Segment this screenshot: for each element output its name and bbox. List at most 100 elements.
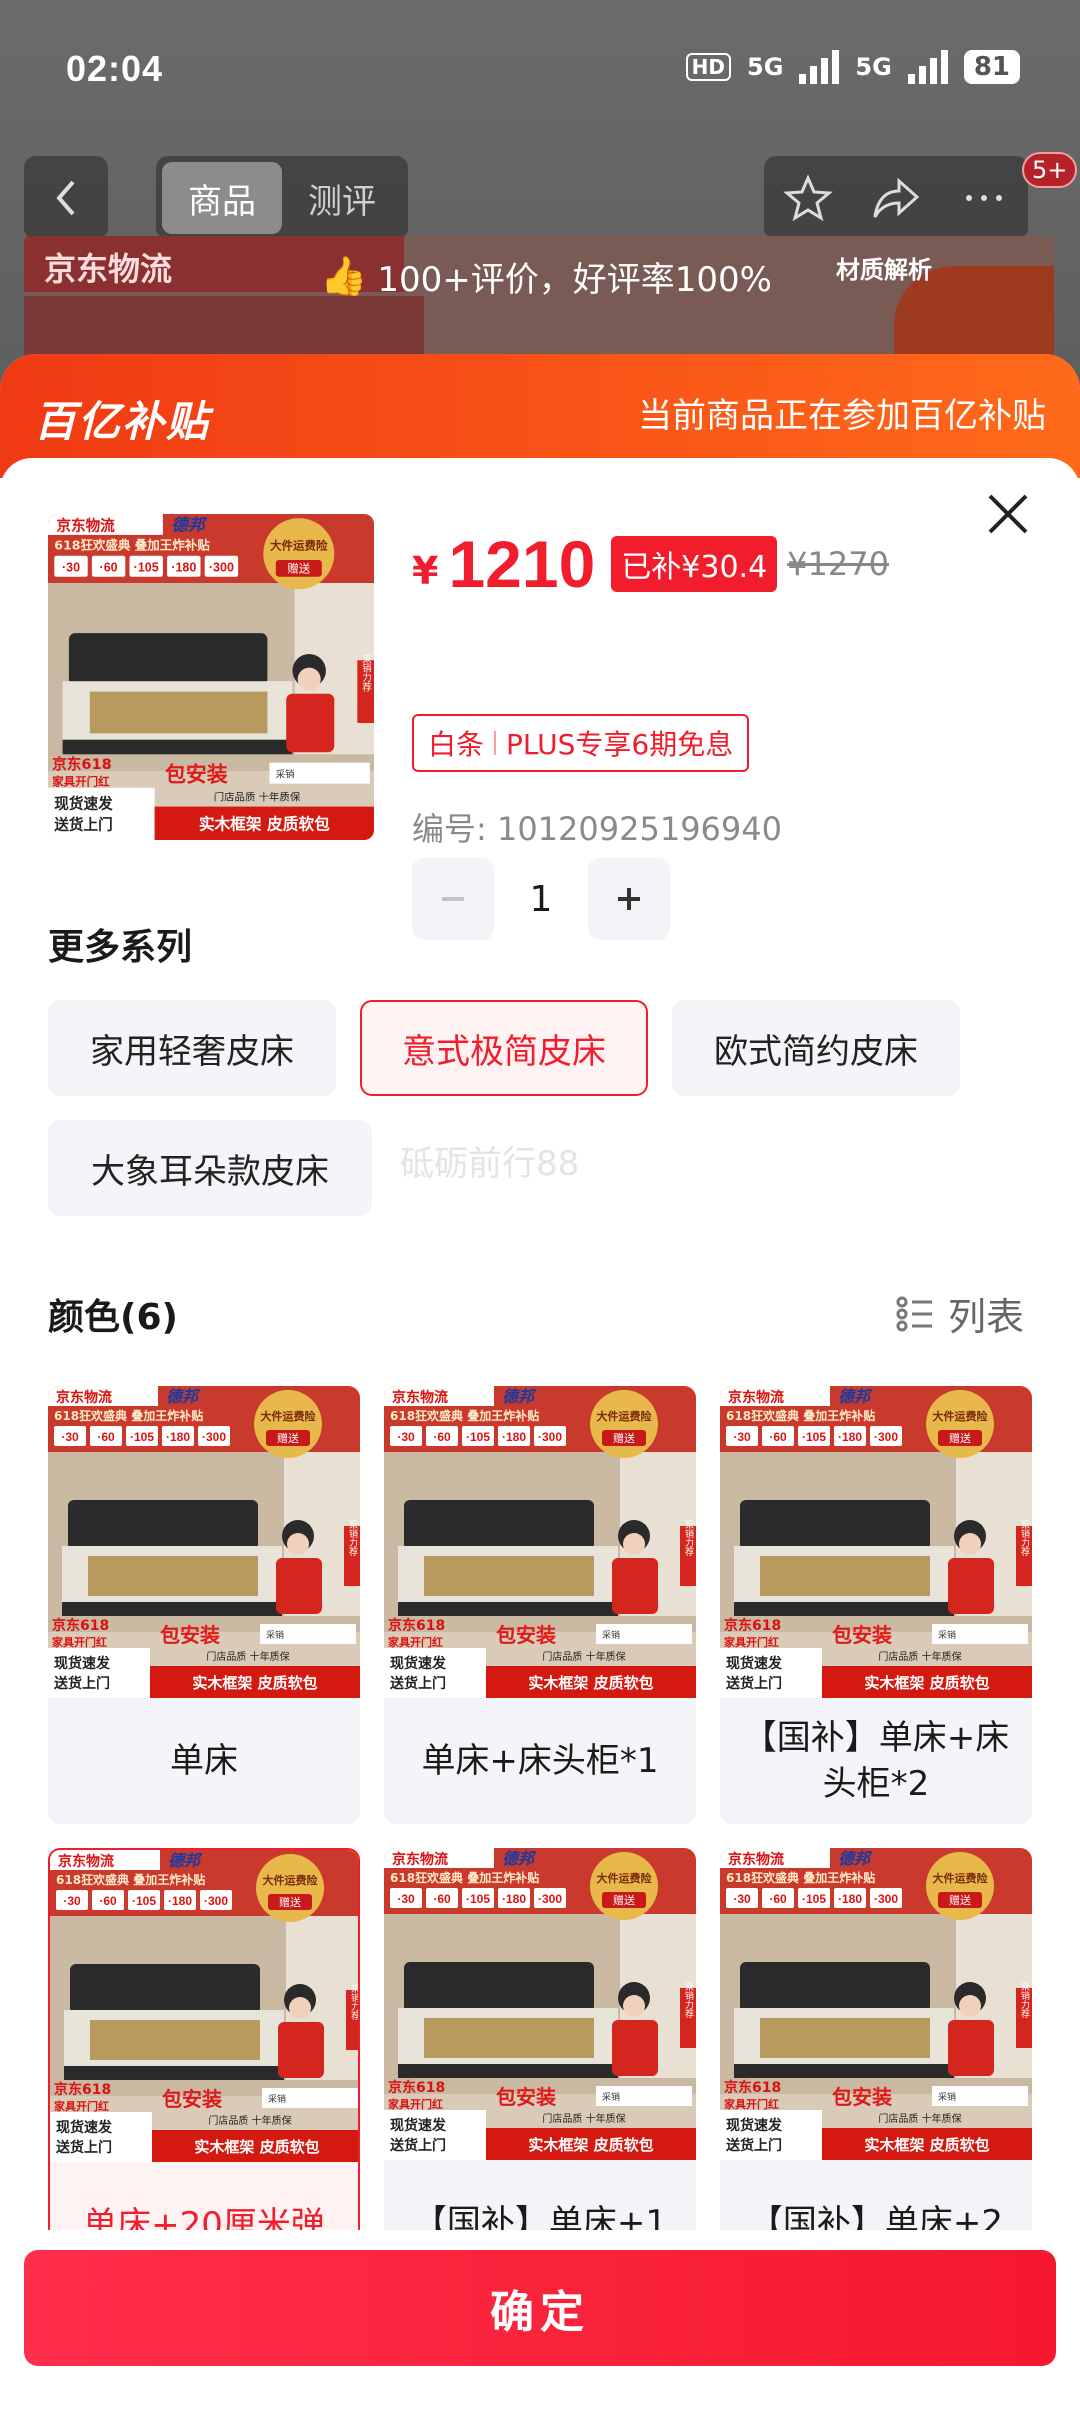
color-card-4[interactable]: 京东物流 德邦 618狂欢盛典 叠加王炸补贴 ·30 ·60 ·105 ·180 ·30… <box>384 1848 696 2286</box>
thumb-jd618: 京东618 <box>388 2079 445 2096</box>
thumb-promo: 618狂欢盛典 叠加王炸补贴 <box>56 1872 205 1887</box>
list-view-toggle[interactable]: 列表 <box>896 1286 1024 1341</box>
tab-switcher: 商品 测评 <box>156 156 408 240</box>
thumb-install: 包安装 <box>832 2085 892 2109</box>
original-price: ¥1270 <box>787 545 889 583</box>
bed-product-image: 京东物流 德邦 618狂欢盛典 叠加王炸补贴 ·30 ·60 ·105 ·180 ·30… <box>48 514 374 840</box>
thumb-insurance: 大件运费险 <box>933 1871 989 1885</box>
coupon-amount: ·105 <box>130 1430 154 1444</box>
thumb-install: 包安装 <box>162 2087 222 2111</box>
thumb-jd618: 京东618 <box>724 1617 781 1634</box>
coupon-amount: ·30 <box>397 1892 415 1906</box>
series-chip-1[interactable]: 意式极简皮床 <box>360 1000 648 1096</box>
confirm-button[interactable]: 确定 <box>24 2250 1056 2366</box>
coupon-amount: ·105 <box>802 1892 826 1906</box>
thumbs-up-icon: 👍 <box>320 254 368 298</box>
coupon-amount: ·60 <box>99 1894 117 1908</box>
thumb-sign: 采销 <box>602 1629 620 1641</box>
thumb-insurance-sub: 赠送 <box>613 1431 635 1445</box>
coupon-amount: ·300 <box>209 561 234 575</box>
thumb-insurance-sub: 赠送 <box>949 1431 971 1445</box>
thumb-jd618: 京东618 <box>52 755 112 773</box>
coupon-amount: ·300 <box>874 1892 898 1906</box>
thumb-brand: 德邦 <box>166 1387 201 1406</box>
thumb-deliver: 送货上门 <box>53 1675 110 1692</box>
thumb-store: 门店品质 十年质保 <box>542 2112 625 2125</box>
status-time: 02:04 <box>66 48 164 89</box>
color-card-0[interactable]: 京东物流 德邦 618狂欢盛典 叠加王炸补贴 ·30 ·60 ·105 ·180 ·30… <box>48 1386 360 1824</box>
sku-code: 编号: 10120925196940 <box>412 810 782 848</box>
thumb-kaimen: 家具开门红 <box>724 2097 779 2111</box>
thumb-brand: 德邦 <box>502 1387 537 1406</box>
price-currency: ¥ <box>412 549 439 593</box>
review-summary: 👍 100+评价，好评率100% <box>320 254 772 300</box>
series-chip-0[interactable]: 家用轻奢皮床 <box>48 1000 336 1096</box>
product-thumbnail[interactable]: 京东物流 德邦 618狂欢盛典 叠加王炸补贴 ·30 ·60 ·105 ·180 ·30… <box>48 514 374 840</box>
color-card-5[interactable]: 京东物流 德邦 618狂欢盛典 叠加王炸补贴 ·30 ·60 ·105 ·180 ·30… <box>720 1848 1032 2286</box>
sheet-body: 京东物流 德邦 618狂欢盛典 叠加王炸补贴 ·30 ·60 ·105 ·180 ·30… <box>0 458 1080 2412</box>
thumb-insurance: 大件运费险 <box>261 1409 317 1423</box>
price-value: 1210 <box>448 527 596 601</box>
thumb-insurance: 大件运费险 <box>597 1871 653 1885</box>
thumb-store: 门店品质 十年质保 <box>214 790 301 803</box>
color-card-image: 京东物流 德邦 618狂欢盛典 叠加王炸补贴 ·30 ·60 ·105 ·180 ·30… <box>384 1848 696 2160</box>
thumb-side: 采销力荐 <box>1019 1982 1030 2019</box>
thumb-promo: 618狂欢盛典 叠加王炸补贴 <box>54 1408 203 1423</box>
series-chip-2[interactable]: 欧式简约皮床 <box>672 1000 960 1096</box>
watermark: 砥砺前行88 <box>400 1144 580 1184</box>
thumb-promo: 618狂欢盛典 叠加王炸补贴 <box>390 1408 539 1423</box>
series-chip-3[interactable]: 大象耳朵款皮床 <box>48 1120 372 1216</box>
thumb-deliver: 送货上门 <box>55 2139 112 2156</box>
star-icon[interactable] <box>783 173 833 223</box>
color-card-1[interactable]: 京东物流 德邦 618狂欢盛典 叠加王炸补贴 ·30 ·60 ·105 ·180 ·30… <box>384 1386 696 1824</box>
thumb-jd618: 京东618 <box>724 2079 781 2096</box>
coupon-amount: ·180 <box>168 1894 192 1908</box>
thumb-ship: 现货速发 <box>726 2117 783 2134</box>
subsidy-logo: 百亿补贴 <box>34 397 211 446</box>
action-group <box>764 156 1028 240</box>
coupon-amount: ·105 <box>466 1430 490 1444</box>
thumb-sign: 采销 <box>938 2091 956 2103</box>
status-bar: 02:04 HD 5G 5G 81 <box>0 0 1080 140</box>
tab-product[interactable]: 商品 <box>162 162 282 234</box>
share-icon[interactable] <box>871 173 921 223</box>
thumb-deliver: 送货上门 <box>725 2137 782 2154</box>
quantity-value[interactable]: 1 <box>494 879 588 920</box>
thumb-kaimen: 家具开门红 <box>724 1635 779 1649</box>
thumb-store: 门店品质 十年质保 <box>208 2114 291 2127</box>
increase-button[interactable] <box>588 858 670 940</box>
tab-review[interactable]: 测评 <box>282 162 402 234</box>
bed-product-image: 京东物流 德邦 618狂欢盛典 叠加王炸补贴 ·30 ·60 ·105 ·180 ·30… <box>50 1850 360 2162</box>
promo-tag[interactable]: 白条 PLUS专享6期免息 <box>412 714 750 772</box>
thumb-sign: 采销 <box>938 1629 956 1641</box>
network-label-1: 5G <box>747 53 784 81</box>
thumb-kaimen: 家具开门红 <box>52 775 110 789</box>
thumb-kaimen: 家具开门红 <box>52 1635 107 1649</box>
thumb-deliver: 送货上门 <box>389 1675 446 1692</box>
quantity-stepper: 1 <box>412 858 670 940</box>
decrease-button[interactable] <box>412 858 494 940</box>
thumb-store: 门店品质 十年质保 <box>878 2112 961 2125</box>
thumb-kaimen: 家具开门红 <box>388 2097 443 2111</box>
thumb-side: 采销力荐 <box>349 1984 360 2021</box>
thumb-ship: 现货速发 <box>56 2119 113 2136</box>
close-icon[interactable] <box>978 484 1038 544</box>
thumb-kaimen: 家具开门红 <box>54 2099 109 2113</box>
thumb-insurance: 大件运费险 <box>933 1409 989 1423</box>
thumb-install: 包安装 <box>832 1623 892 1647</box>
signal-icon-2 <box>907 50 948 84</box>
thumb-insurance-sub: 赠送 <box>613 1893 635 1907</box>
thumb-brand: 德邦 <box>838 1849 873 1868</box>
thumb-sign: 采销 <box>268 2093 286 2105</box>
back-button[interactable] <box>24 156 108 240</box>
color-card-3[interactable]: 京东物流 德邦 618狂欢盛典 叠加王炸补贴 ·30 ·60 ·105 ·180 ·30… <box>48 1848 360 2290</box>
thumb-promo: 618狂欢盛典 叠加王炸补贴 <box>726 1408 875 1423</box>
thumb-insurance: 大件运费险 <box>263 1873 319 1887</box>
thumb-side: 采销力荐 <box>683 1982 694 2019</box>
more-icon[interactable] <box>959 173 1009 223</box>
coupon-amount: ·30 <box>63 1894 81 1908</box>
color-card-2[interactable]: 京东物流 德邦 618狂欢盛典 叠加王炸补贴 ·30 ·60 ·105 ·180 ·30… <box>720 1386 1032 1824</box>
chevron-left-icon <box>56 180 75 216</box>
thumb-insurance-sub: 赠送 <box>287 562 310 576</box>
coupon-amount: ·300 <box>538 1892 562 1906</box>
